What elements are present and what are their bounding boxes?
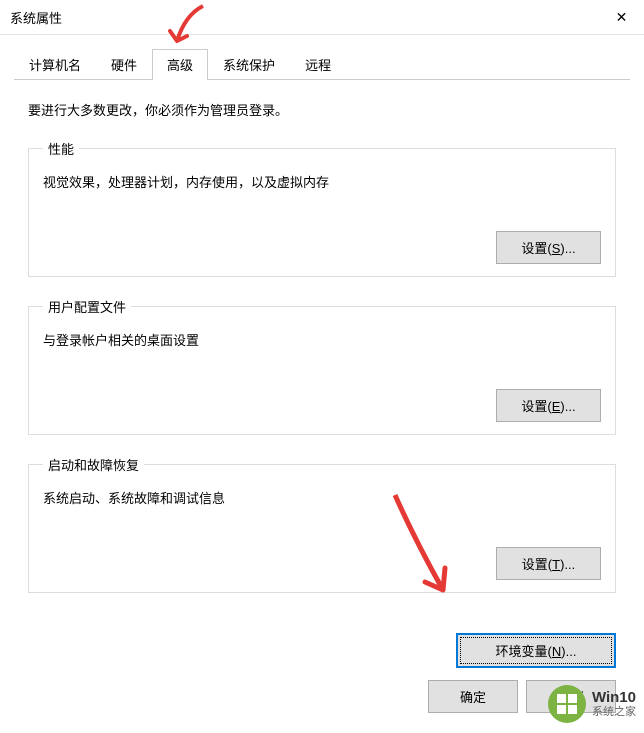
startup-recovery-settings-button[interactable]: 设置(T)... [496, 547, 601, 580]
user-profiles-desc: 与登录帐户相关的桌面设置 [43, 330, 601, 349]
performance-legend: 性能 [43, 139, 79, 158]
user-profiles-settings-button[interactable]: 设置(E)... [496, 389, 601, 422]
watermark: Win10 系统之家 [548, 685, 636, 723]
watermark-brand: Win10 [592, 690, 636, 707]
tab-remote[interactable]: 远程 [290, 49, 346, 79]
tab-system-protection[interactable]: 系统保护 [208, 49, 290, 79]
tabs-container: 计算机名 硬件 高级 系统保护 远程 [0, 35, 644, 80]
tabs: 计算机名 硬件 高级 系统保护 远程 [14, 49, 630, 80]
window-title: 系统属性 [10, 8, 62, 27]
close-icon: ✕ [616, 9, 628, 26]
watermark-site: 系统之家 [592, 706, 636, 718]
startup-recovery-legend: 启动和故障恢复 [43, 455, 144, 474]
ok-button[interactable]: 确定 [428, 680, 518, 713]
tab-hardware[interactable]: 硬件 [96, 49, 152, 79]
admin-note: 要进行大多数更改，你必须作为管理员登录。 [28, 100, 616, 119]
performance-group: 性能 视觉效果，处理器计划，内存使用，以及虚拟内存 设置(S)... [28, 139, 616, 277]
performance-desc: 视觉效果，处理器计划，内存使用，以及虚拟内存 [43, 172, 601, 191]
close-button[interactable]: ✕ [599, 0, 644, 35]
watermark-badge [548, 685, 586, 723]
startup-recovery-desc: 系统启动、系统故障和调试信息 [43, 488, 601, 507]
titlebar: 系统属性 ✕ [0, 0, 644, 35]
startup-recovery-group: 启动和故障恢复 系统启动、系统故障和调试信息 设置(T)... [28, 455, 616, 593]
windows-logo-icon [557, 694, 577, 714]
user-profiles-legend: 用户配置文件 [43, 297, 131, 316]
watermark-text: Win10 系统之家 [592, 690, 636, 719]
env-var-row: 环境变量(N)... [0, 633, 644, 668]
tab-computer-name[interactable]: 计算机名 [14, 49, 96, 79]
performance-settings-button[interactable]: 设置(S)... [496, 231, 601, 264]
tab-content: 要进行大多数更改，你必须作为管理员登录。 性能 视觉效果，处理器计划，内存使用，… [0, 80, 644, 623]
user-profiles-group: 用户配置文件 与登录帐户相关的桌面设置 设置(E)... [28, 297, 616, 435]
tab-advanced[interactable]: 高级 [152, 49, 208, 80]
system-properties-window: 系统属性 ✕ 计算机名 硬件 高级 系统保护 远程 要进行大多数更改，你必须作为… [0, 0, 644, 733]
environment-variables-button[interactable]: 环境变量(N)... [456, 633, 616, 668]
